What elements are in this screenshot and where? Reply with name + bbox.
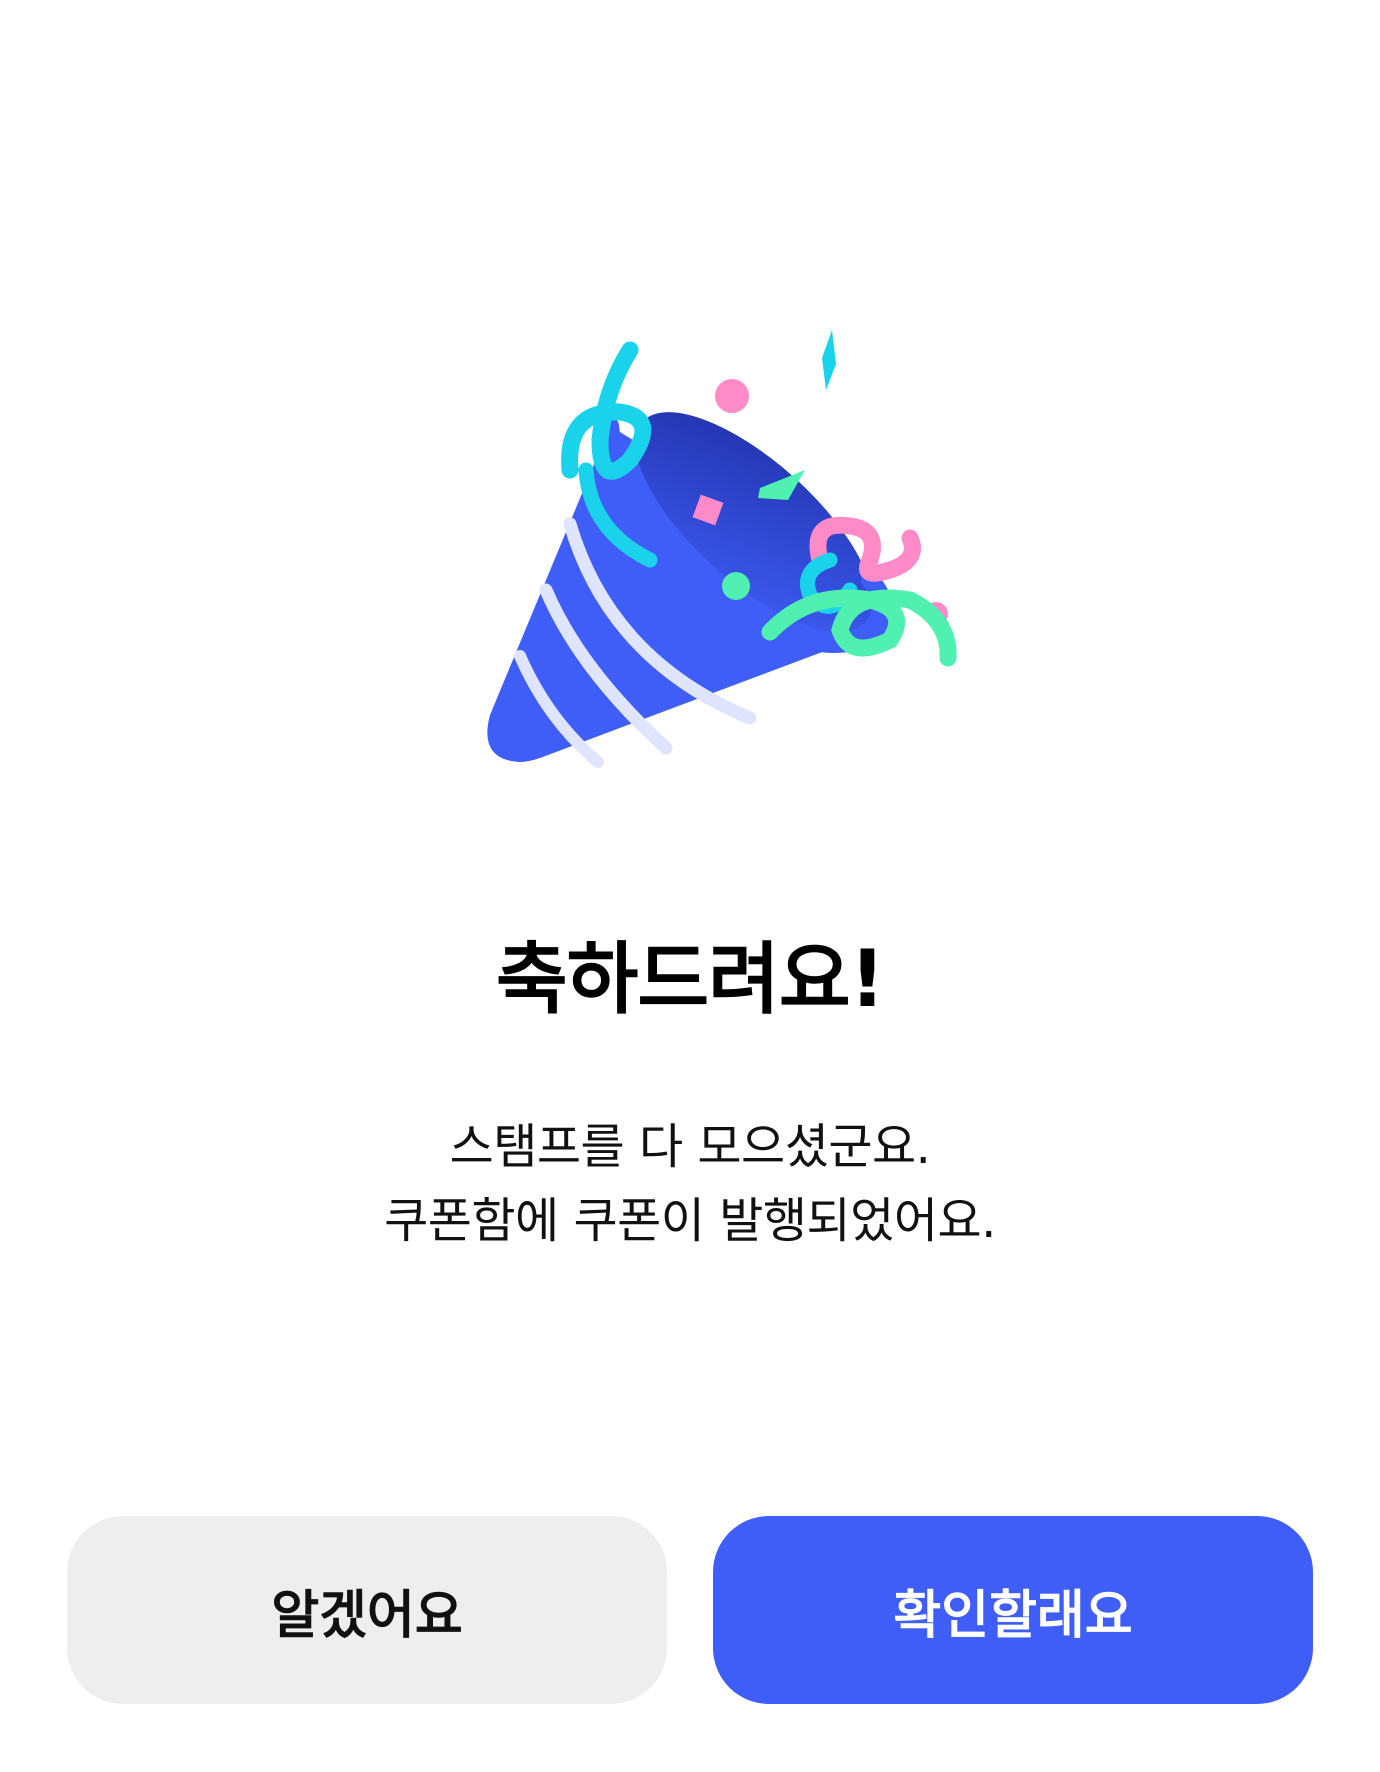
acknowledge-button[interactable]: 알겠어요 (67, 1516, 667, 1704)
dialog-message: 스탬프를 다 모으셨군요. 쿠폰함에 쿠폰이 발행되었어요. (0, 1110, 1380, 1258)
message-line-1: 스탬프를 다 모으셨군요. (449, 1119, 931, 1175)
congratulations-dialog: 축하드려요! 스탬프를 다 모으셨군요. 쿠폰함에 쿠폰이 발행되었어요. 알겠… (0, 0, 1380, 1772)
dialog-title: 축하드려요! (495, 935, 885, 1025)
view-coupon-button[interactable]: 확인할래요 (713, 1516, 1313, 1704)
message-line-2: 쿠폰함에 쿠폰이 발행되었어요. (384, 1193, 996, 1249)
party-popper-icon (470, 330, 970, 820)
